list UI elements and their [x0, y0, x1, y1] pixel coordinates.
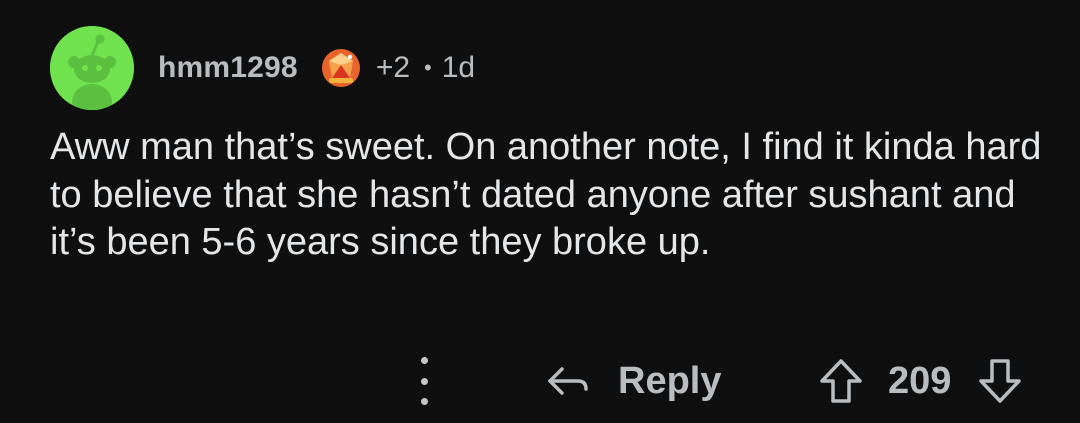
reply-button[interactable]: Reply	[544, 353, 721, 409]
reply-label: Reply	[618, 359, 722, 402]
timestamp: 1d	[441, 51, 476, 84]
vote-count: 209	[888, 359, 952, 402]
comment-header: hmm1298 +2 • 1d	[50, 26, 475, 110]
avatar[interactable]	[50, 26, 134, 110]
comment: hmm1298 +2 • 1d Aww man that’s sweet. On…	[0, 0, 1080, 423]
comment-body: Aww man that’s sweet. On another note, I…	[50, 126, 1042, 263]
upvote-arrow-icon[interactable]	[818, 357, 864, 405]
comment-actions: Reply 209	[0, 345, 1080, 415]
downvote-arrow-icon[interactable]	[977, 357, 1023, 405]
more-options-button[interactable]	[408, 357, 440, 405]
username[interactable]: hmm1298	[158, 51, 298, 85]
award-count: +2	[375, 51, 411, 84]
more-vertical-icon	[420, 398, 428, 405]
snoo-avatar-icon	[50, 26, 134, 110]
reply-arrow-icon	[544, 363, 590, 399]
vote-group: 209	[818, 353, 1023, 409]
meta-separator: •	[424, 55, 432, 80]
gem-award-icon[interactable]	[320, 47, 362, 89]
more-vertical-icon	[420, 357, 428, 364]
more-vertical-icon	[420, 377, 428, 385]
